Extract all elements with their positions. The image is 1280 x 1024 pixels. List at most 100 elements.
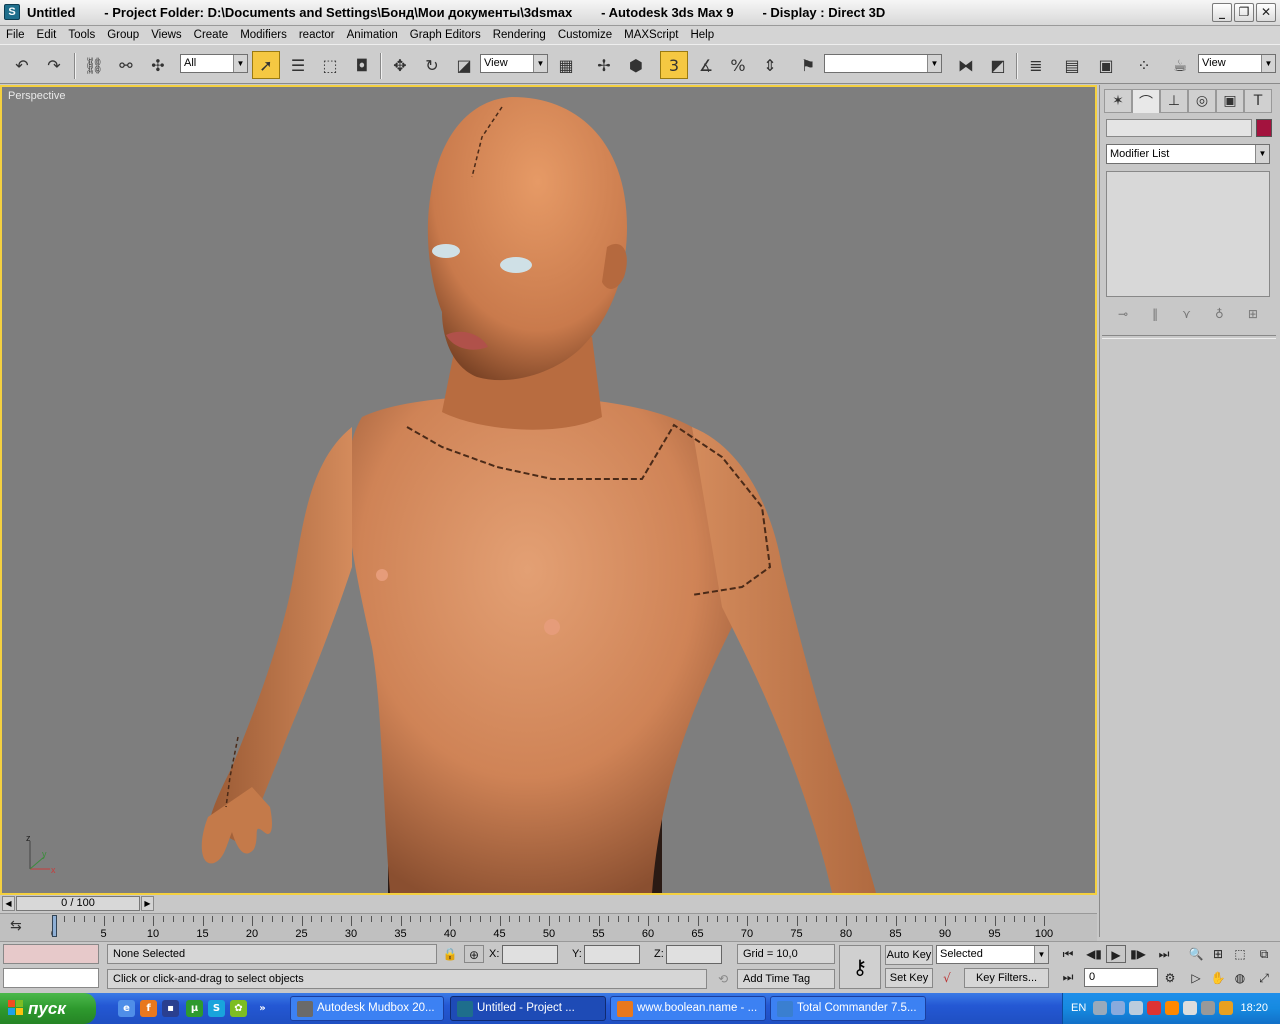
redo-icon[interactable]: ↷ [40,51,68,79]
save-quicklaunch-icon[interactable]: ▪ [162,1000,179,1017]
z-coordinate-input[interactable] [666,945,722,964]
menu-rendering[interactable]: Rendering [493,29,546,41]
absolute-mode-icon[interactable]: ⊕ [464,945,484,963]
minimize-button[interactable]: _ [1212,3,1232,22]
rectangular-selection-icon[interactable]: ⬚ [316,51,344,79]
menu-group[interactable]: Group [107,29,139,41]
time-slider-thumb[interactable]: 0 / 100 [16,896,140,911]
arc-rotate-icon[interactable]: ◍ [1230,969,1250,987]
undo-icon[interactable]: ↶ [8,51,36,79]
schematic-view-icon[interactable]: ▣ [1092,51,1120,79]
lock-selection-icon[interactable]: 🔒 [440,945,460,963]
utorrent-quicklaunch-icon[interactable]: µ [186,1000,203,1017]
named-selection-dropdown[interactable]: ▼ [824,54,942,73]
maxscript-listener-pink[interactable] [3,944,99,964]
render-view-dropdown[interactable]: View ▼ [1198,54,1276,73]
percent-snap-icon[interactable]: % [724,51,752,79]
skype-quicklaunch-icon[interactable]: S [208,1000,225,1017]
time-slider-prev-icon[interactable]: ◀ [2,896,15,911]
select-by-name-icon[interactable]: ☰ [284,51,312,79]
tray-app-icon[interactable] [1129,1001,1143,1015]
menu-customize[interactable]: Customize [558,29,612,41]
maximize-viewport-icon[interactable]: ⤢ [1254,969,1274,987]
current-frame-marker[interactable] [52,915,57,937]
angle-snap-icon[interactable]: ∡ [692,51,720,79]
keyboard-shortcut-override-icon[interactable]: ⬢ [622,51,650,79]
select-object-icon[interactable]: ➚ [252,51,280,79]
modifier-stack[interactable] [1106,171,1270,297]
network-icon[interactable] [1111,1001,1125,1015]
remove-modifier-icon[interactable]: ♁ [1215,307,1224,321]
layer-manager-icon[interactable]: ≣ [1022,51,1050,79]
material-editor-icon[interactable]: ⁘ [1130,51,1158,79]
next-frame-icon[interactable]: ▮▶ [1128,945,1148,963]
menu-views[interactable]: Views [151,29,181,41]
snaps-toggle-icon[interactable]: 3 [660,51,688,79]
display-tab-icon[interactable]: ▣ [1216,89,1244,113]
track-bar-menu-icon[interactable]: ⇆ [10,918,22,934]
taskbar-mudbox[interactable]: Autodesk Mudbox 20... [290,996,444,1021]
modifier-list-dropdown[interactable]: Modifier List ▼ [1106,144,1270,164]
y-coordinate-input[interactable] [584,945,640,964]
x-coordinate-input[interactable] [502,945,558,964]
go-to-end-icon[interactable]: ⏭ [1154,945,1174,963]
play-icon[interactable]: ▶ [1106,945,1126,963]
make-unique-icon[interactable]: ⋎ [1182,307,1191,321]
menu-tools[interactable]: Tools [68,29,95,41]
antivirus-icon[interactable] [1147,1001,1161,1015]
language-indicator[interactable]: EN [1071,1002,1086,1014]
create-tab-icon[interactable]: ✶ [1104,89,1132,113]
key-mode-toggle-icon[interactable]: ⏭ [1058,968,1078,986]
modify-tab-icon[interactable]: ⌒ [1132,89,1160,113]
start-button[interactable]: пуск [0,993,96,1024]
menu-graph-editors[interactable]: Graph Editors [410,29,481,41]
pin-stack-icon[interactable]: ⊸ [1118,307,1128,321]
select-and-rotate-icon[interactable]: ↻ [418,51,446,79]
align-icon[interactable]: ◩ [984,51,1012,79]
select-and-move-icon[interactable]: ✥ [386,51,414,79]
select-and-scale-icon[interactable]: ◪ [450,51,478,79]
tray-app-icon[interactable] [1201,1001,1215,1015]
edit-named-selection-icon[interactable]: ⚑ [794,51,822,79]
menu-create[interactable]: Create [194,29,229,41]
track-bar[interactable]: ⇆ 05101520253035404550556065707580859095… [0,913,1097,941]
select-and-link-icon[interactable]: ⛓ [80,51,108,79]
zoom-all-icon[interactable]: ⊞ [1208,945,1228,963]
perspective-viewport[interactable]: Perspective z x y [0,85,1097,895]
3dsmax-app-icon[interactable]: S [4,4,20,20]
pan-view-icon[interactable]: ✋ [1208,969,1228,987]
taskbar-total-commander[interactable]: Total Commander 7.5... [770,996,926,1021]
zoom-extents-all-icon[interactable]: ⧉ [1254,945,1274,963]
object-name-input[interactable] [1106,119,1252,137]
time-slider[interactable]: ◀ 0 / 100 ▶ [0,895,1097,913]
taskbar-3dsmax[interactable]: Untitled - Project ... [450,996,606,1021]
taskbar-firefox[interactable]: www.boolean.name - ... [610,996,766,1021]
bind-space-warp-icon[interactable]: ✣ [144,51,172,79]
quicklaunch-more-icon[interactable]: » [254,1000,271,1017]
menu-edit[interactable]: Edit [37,29,57,41]
character-model[interactable] [2,87,1095,893]
ie-quicklaunch-icon[interactable]: e [118,1000,135,1017]
menu-file[interactable]: File [6,29,25,41]
maximize-button[interactable]: ❐ [1234,3,1254,22]
menu-help[interactable]: Help [690,29,714,41]
set-key-button[interactable]: Set Key [885,968,933,988]
volume-icon[interactable] [1183,1001,1197,1015]
pivot-center-icon[interactable]: ▦ [552,51,580,79]
configure-modifier-sets-icon[interactable]: ⊞ [1248,307,1258,321]
object-color-swatch[interactable] [1256,119,1272,137]
menu-maxscript[interactable]: MAXScript [624,29,678,41]
go-to-start-icon[interactable]: ⏮ [1058,945,1078,963]
key-mode-dropdown[interactable]: Selected ▼ [936,945,1049,964]
previous-frame-icon[interactable]: ◀▮ [1084,945,1104,963]
window-crossing-icon[interactable]: ◘ [348,51,376,79]
select-and-manipulate-icon[interactable]: ✢ [590,51,618,79]
firefox-quicklaunch-icon[interactable]: f [140,1000,157,1017]
utilities-tab-icon[interactable]: T [1244,89,1272,113]
maxscript-listener-white[interactable] [3,968,99,988]
field-of-view-icon[interactable]: ▷ [1186,969,1206,987]
hierarchy-tab-icon[interactable]: ⊥ [1160,89,1188,113]
key-filters-button[interactable]: Key Filters... [964,968,1049,988]
add-time-tag-button[interactable]: Add Time Tag [737,969,835,989]
menu-animation[interactable]: Animation [347,29,398,41]
